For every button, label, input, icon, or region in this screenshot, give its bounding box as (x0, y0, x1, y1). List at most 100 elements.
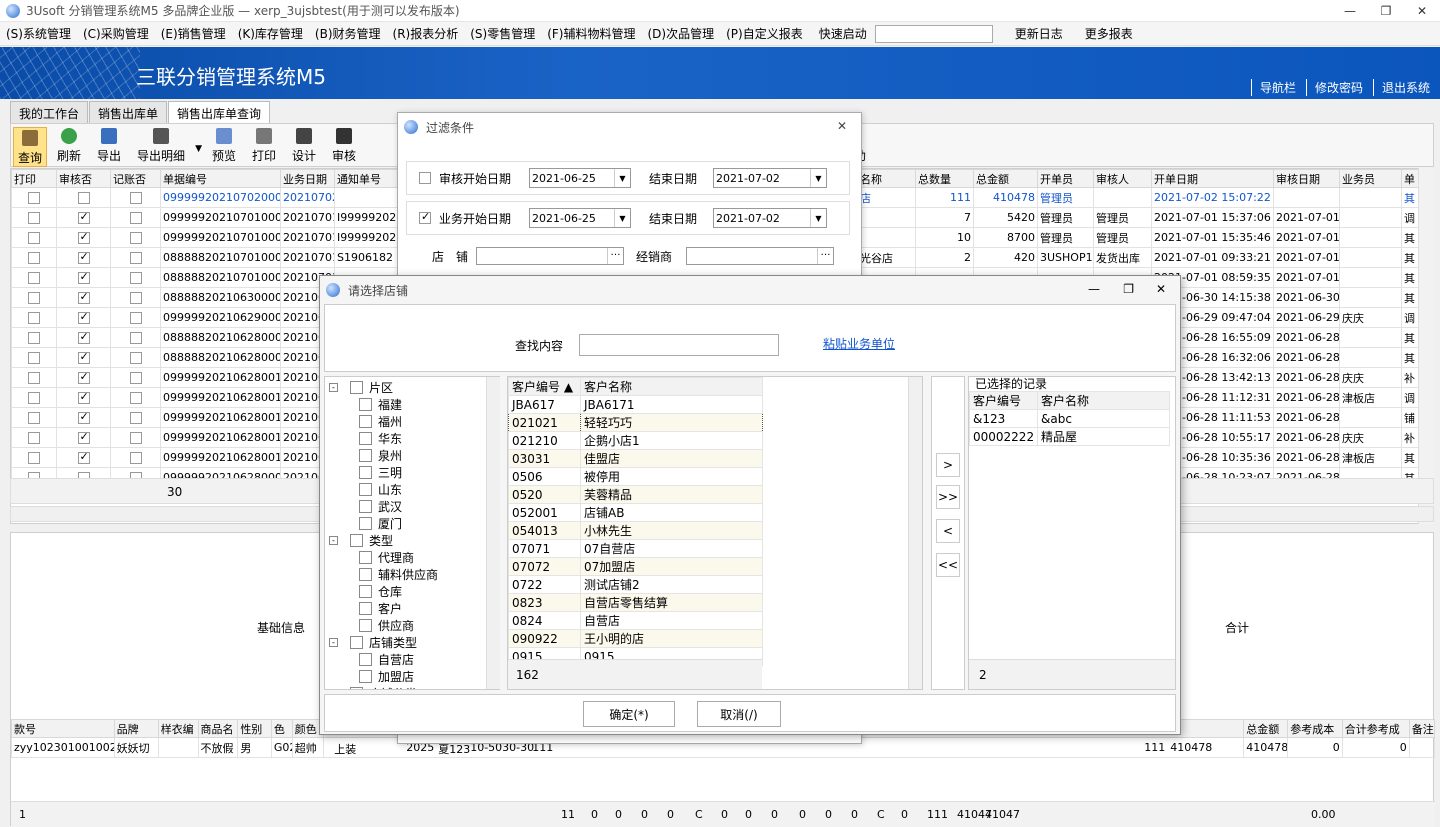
menu-system[interactable]: (S)系统管理 (0, 25, 77, 42)
detail-header[interactable]: 备注 (1408, 719, 1436, 738)
grid-header[interactable]: 审核人 (1093, 169, 1152, 188)
audit-checkbox[interactable] (77, 390, 90, 404)
menu-reports[interactable]: (R)报表分析 (387, 25, 465, 42)
post-checkbox[interactable] (129, 232, 142, 244)
post-checkbox[interactable] (129, 352, 142, 364)
list-item[interactable]: 0520 芙蓉精品 (508, 485, 763, 504)
post-cell[interactable] (110, 347, 161, 368)
tab-sales-outbound-query[interactable]: 销售出库单查询 (168, 101, 271, 123)
post-cell[interactable] (110, 287, 161, 308)
table-row[interactable]: 光谷店24203USHOP111发货出库2021-07-01 09:33:212… (857, 247, 1420, 268)
tree-checkbox[interactable] (359, 415, 372, 428)
grid-header[interactable]: 业务员 (1339, 169, 1402, 188)
grid-header[interactable]: 开单日期 (1151, 169, 1274, 188)
print-checkbox[interactable] (28, 292, 40, 304)
list-item[interactable]: 03031 佳盟店 (508, 449, 763, 468)
print-checkbox[interactable] (28, 252, 40, 264)
tree-checkbox[interactable] (350, 636, 363, 649)
tree-node[interactable]: 福建 (325, 396, 499, 413)
tree-node[interactable]: - 类型 (325, 532, 499, 549)
export-button[interactable]: 导出 (89, 124, 129, 164)
grid-header[interactable]: 名称 (857, 169, 916, 188)
tree-checkbox[interactable] (359, 670, 372, 683)
tab-workbench[interactable]: 我的工作台 (10, 101, 89, 123)
audit-checkbox[interactable] (77, 310, 90, 324)
grid-header[interactable]: 单据编号 (160, 169, 281, 188)
audit-cell[interactable] (56, 407, 111, 428)
tree-node[interactable]: 仓库 (325, 583, 499, 600)
print-checkbox[interactable] (28, 272, 40, 284)
tree-checkbox[interactable] (359, 432, 372, 445)
tree-node[interactable]: - 店铺分类 (325, 685, 499, 689)
post-checkbox[interactable] (129, 332, 142, 344)
print-checkbox[interactable] (28, 392, 40, 404)
audit-checkbox[interactable] (77, 192, 90, 204)
post-cell[interactable] (110, 227, 161, 248)
grid-header[interactable]: 业务日期 (280, 169, 335, 188)
audit-cell[interactable] (56, 327, 111, 348)
detail-header[interactable]: 总金额 (1243, 719, 1289, 738)
tree-node[interactable]: 代理商 (325, 549, 499, 566)
menu-inventory[interactable]: (K)库存管理 (232, 25, 309, 42)
grid-header[interactable]: 总金额 (973, 169, 1038, 188)
print-cell[interactable] (11, 307, 57, 328)
design-button[interactable]: 设计 (284, 124, 324, 164)
table-row[interactable]: 09999920210701000520210701I99999202 (11, 227, 412, 248)
audit-cell[interactable] (56, 207, 111, 228)
minimize-icon[interactable]: — (1088, 282, 1100, 296)
ellipsis-icon[interactable]: … (607, 248, 623, 264)
nav-bar-link[interactable]: 导航栏 (1250, 79, 1300, 96)
biz-date-checkbox[interactable] (419, 210, 431, 224)
tree-node[interactable]: - 店铺类型 (325, 634, 499, 651)
tree-checkbox[interactable] (359, 517, 372, 530)
shop-close-icon[interactable]: ✕ (1156, 282, 1166, 296)
audit-checkbox[interactable] (77, 430, 90, 444)
tree-expander[interactable]: - (329, 536, 338, 545)
remove-all-button[interactable]: << (936, 553, 960, 577)
tree-node[interactable]: 山东 (325, 481, 499, 498)
audit-cell[interactable] (56, 247, 111, 268)
tree-node[interactable]: 加盟店 (325, 668, 499, 685)
list-item[interactable]: 0823 自营店零售结算 (508, 593, 763, 612)
print-cell[interactable] (11, 367, 57, 388)
audit-button[interactable]: 审核 (324, 124, 364, 164)
print-checkbox[interactable] (28, 332, 40, 344)
more-reports-link[interactable]: 更多报表 (1079, 25, 1139, 42)
audit-cell[interactable] (56, 367, 111, 388)
tree-node[interactable]: - 片区 (325, 379, 499, 396)
tree-checkbox[interactable] (359, 619, 372, 632)
audit-checkbox[interactable] (77, 450, 90, 464)
tree-expander[interactable]: - (329, 638, 338, 647)
tree-node[interactable]: 华东 (325, 430, 499, 447)
selected-item[interactable]: 00002222 精品屋 (969, 427, 1170, 446)
list-item[interactable]: 0722 测试店铺2 (508, 575, 763, 594)
print-cell[interactable] (11, 347, 57, 368)
print-cell[interactable] (11, 387, 57, 408)
post-cell[interactable] (110, 407, 161, 428)
list-item[interactable]: 07071 07自营店 (508, 539, 763, 558)
maximize-icon[interactable]: ❐ (1123, 282, 1134, 296)
audit-checkbox[interactable] (77, 350, 90, 364)
shop-lookup[interactable]: … (476, 247, 624, 265)
post-checkbox[interactable] (129, 292, 142, 304)
list-item[interactable]: 021021 轻轻巧巧 (508, 413, 763, 432)
selected-item[interactable]: &123 &abc (969, 409, 1170, 428)
quick-start-input[interactable] (874, 24, 993, 43)
post-cell[interactable] (110, 267, 161, 288)
post-checkbox[interactable] (129, 312, 142, 324)
print-cell[interactable] (11, 407, 57, 428)
print-checkbox[interactable] (28, 432, 40, 444)
export-detail-button[interactable]: 导出明细 (129, 124, 193, 164)
menu-purchase[interactable]: (C)采购管理 (77, 25, 155, 42)
detail-header[interactable]: 色 (270, 719, 293, 738)
audit-cell[interactable] (56, 267, 111, 288)
post-checkbox[interactable] (129, 252, 142, 264)
print-checkbox[interactable] (28, 352, 40, 364)
post-checkbox[interactable] (129, 272, 142, 284)
grid-header[interactable]: 审核日期 (1273, 169, 1340, 188)
detail-header[interactable]: 样衣编 (157, 719, 199, 738)
logout-link[interactable]: 退出系统 (1372, 79, 1434, 96)
audit-cell[interactable] (56, 387, 111, 408)
audit-cell[interactable] (56, 347, 111, 368)
change-password-link[interactable]: 修改密码 (1305, 79, 1367, 96)
